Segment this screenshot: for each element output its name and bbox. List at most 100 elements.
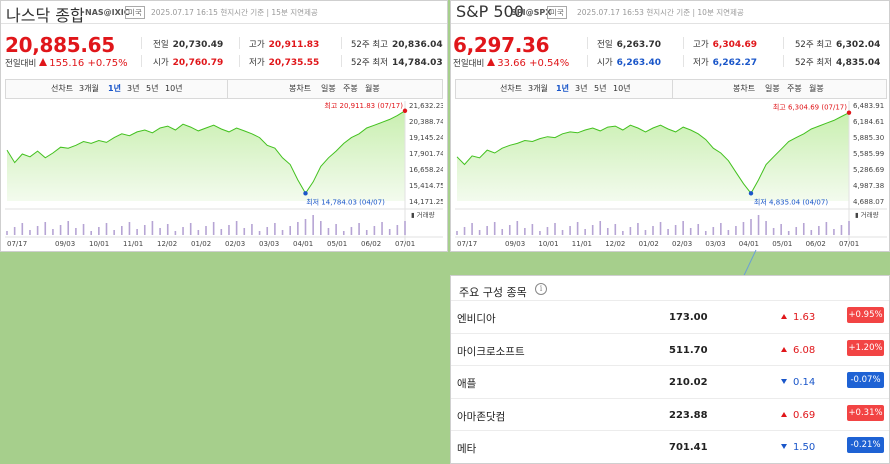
volume-bar: [205, 226, 207, 235]
volume-bar: [105, 223, 108, 235]
volume-bar: [13, 227, 16, 235]
tab-10y[interactable]: 10년: [165, 83, 183, 94]
volume-bar: [373, 226, 376, 235]
stock-name[interactable]: 엔비디아: [457, 311, 496, 326]
y-tick-label: 17,901.74: [409, 150, 443, 158]
volume-bar: [281, 230, 284, 235]
volume-bar: [833, 229, 835, 235]
list-item[interactable]: 메타 701.41 1.50 -0.21%: [451, 430, 889, 463]
volume-bar: [840, 225, 843, 235]
tab-daily[interactable]: 일봉: [321, 83, 336, 94]
tab-line-chart[interactable]: 선차트: [51, 83, 73, 94]
volume-bar: [90, 231, 92, 235]
x-tick-label: 07/17: [7, 240, 27, 247]
volume-bar: [750, 219, 752, 235]
volume-bar: [274, 223, 276, 235]
stock-price: 173.00: [669, 312, 708, 323]
volume-bar: [667, 229, 669, 235]
stock-name[interactable]: 애플: [457, 376, 476, 391]
x-tick-label: 10/01: [89, 240, 109, 247]
up-arrow-icon: [487, 58, 496, 66]
volume-bar: [787, 231, 790, 235]
change-percent: +0.75%: [87, 58, 128, 69]
volume-bar: [29, 230, 31, 235]
x-tick-label: 12/02: [157, 240, 177, 247]
tab-3m[interactable]: 3개월: [79, 83, 99, 94]
volume-bar: [143, 225, 146, 235]
volume-bar: [220, 229, 223, 235]
tab-1y[interactable]: 1년: [108, 83, 121, 94]
tab-weekly[interactable]: 주봉: [787, 83, 802, 94]
tab-5y[interactable]: 5년: [146, 83, 158, 94]
volume-bar: [712, 227, 715, 235]
stock-name[interactable]: 메타: [457, 441, 476, 456]
volume-bar: [358, 223, 360, 235]
change-value: 155.16: [49, 58, 85, 69]
stat-high: 고가 6,304.69: [693, 40, 758, 50]
volume-bar: [629, 227, 632, 235]
percent-badge: +0.31%: [847, 404, 884, 421]
list-item[interactable]: 마이크로소프트 511.70 6.08 +1.20%: [451, 332, 889, 366]
volume-bar: [251, 224, 253, 235]
tab-candle-chart[interactable]: 봉차트: [733, 83, 755, 94]
list-item[interactable]: 엔비디아 173.00 1.63 +0.95%: [451, 300, 889, 333]
tab-candle-chart[interactable]: 봉차트: [289, 83, 311, 94]
volume-bar: [644, 230, 647, 235]
volume-bar: [810, 230, 813, 235]
tab-1y[interactable]: 1년: [556, 83, 569, 94]
tab-3y[interactable]: 3년: [575, 83, 587, 94]
list-item[interactable]: 애플 210.02 0.14 -0.07%: [451, 365, 889, 398]
stock-name[interactable]: 아마존닷컴: [457, 409, 505, 424]
change-percent: +0.54%: [529, 58, 570, 69]
stock-change: 6.08: [781, 345, 815, 356]
tab-monthly[interactable]: 월봉: [809, 83, 824, 94]
volume-bar: [795, 227, 798, 235]
volume-bar: [772, 228, 775, 235]
tab-monthly[interactable]: 월봉: [365, 83, 380, 94]
nasdaq-line-chart[interactable]: 21,632.23 20,388.74 19,145.24 17,901.74 16,6…: [5, 97, 443, 247]
tab-line-chart[interactable]: 선차트: [500, 83, 522, 94]
stat-open: 시가 20,760.79: [153, 58, 224, 68]
current-price: 20,885.65: [5, 33, 115, 57]
volume-bar: [136, 229, 138, 235]
y-tick-label: 14,171.25: [409, 198, 443, 206]
volume-bar: [67, 221, 70, 235]
y-tick-label: 5,885.30: [853, 134, 884, 142]
volume-bar: [121, 226, 123, 235]
volume-bar: [327, 228, 330, 235]
stat-prev: 전일 20,730.49: [153, 40, 224, 50]
volume-bar: [848, 221, 850, 235]
index-code: NAS@IXIC: [85, 8, 130, 17]
stock-change: 1.63: [781, 312, 815, 323]
stock-price: 511.70: [669, 344, 708, 356]
tab-10y[interactable]: 10년: [613, 83, 631, 94]
tab-5y[interactable]: 5년: [594, 83, 606, 94]
info-icon[interactable]: i: [535, 283, 547, 295]
y-tick-label: 6,184.61: [853, 118, 884, 126]
volume-bar: [622, 231, 624, 235]
volume-bar: [682, 221, 684, 235]
stat-52w-high: 52주 최고 20,836.04: [351, 40, 443, 50]
x-tick-label: 04/01: [739, 240, 759, 247]
volume-bar: [501, 229, 504, 235]
tab-weekly[interactable]: 주봉: [343, 83, 358, 94]
x-tick-label: 11/01: [123, 240, 143, 247]
x-tick-label: 01/02: [191, 240, 211, 247]
tab-daily[interactable]: 일봉: [765, 83, 780, 94]
volume-bar: [365, 230, 368, 235]
tab-3m[interactable]: 3개월: [528, 83, 548, 94]
list-item[interactable]: 아마존닷컴 223.88 0.69 +0.31%: [451, 397, 889, 431]
stock-name[interactable]: 마이크로소프트: [457, 344, 525, 359]
stat-open: 시가 6,263.40: [597, 58, 662, 68]
low-marker: [303, 191, 308, 196]
x-tick-label: 07/17: [457, 240, 477, 247]
sp500-line-chart[interactable]: 6,483.91 6,184.61 5,885.30 5,585.99 5,286.69…: [455, 97, 887, 247]
volume-bar: [742, 222, 745, 235]
x-tick-label: 05/01: [772, 240, 792, 247]
change-row: 전일대비 33.66 +0.54%: [453, 57, 569, 69]
x-tick-label: 12/02: [605, 240, 625, 247]
tab-3y[interactable]: 3년: [127, 83, 139, 94]
volume-bar: [258, 231, 261, 235]
stock-price: 701.41: [669, 442, 708, 453]
index-name[interactable]: 나스닥 종합: [6, 2, 85, 26]
